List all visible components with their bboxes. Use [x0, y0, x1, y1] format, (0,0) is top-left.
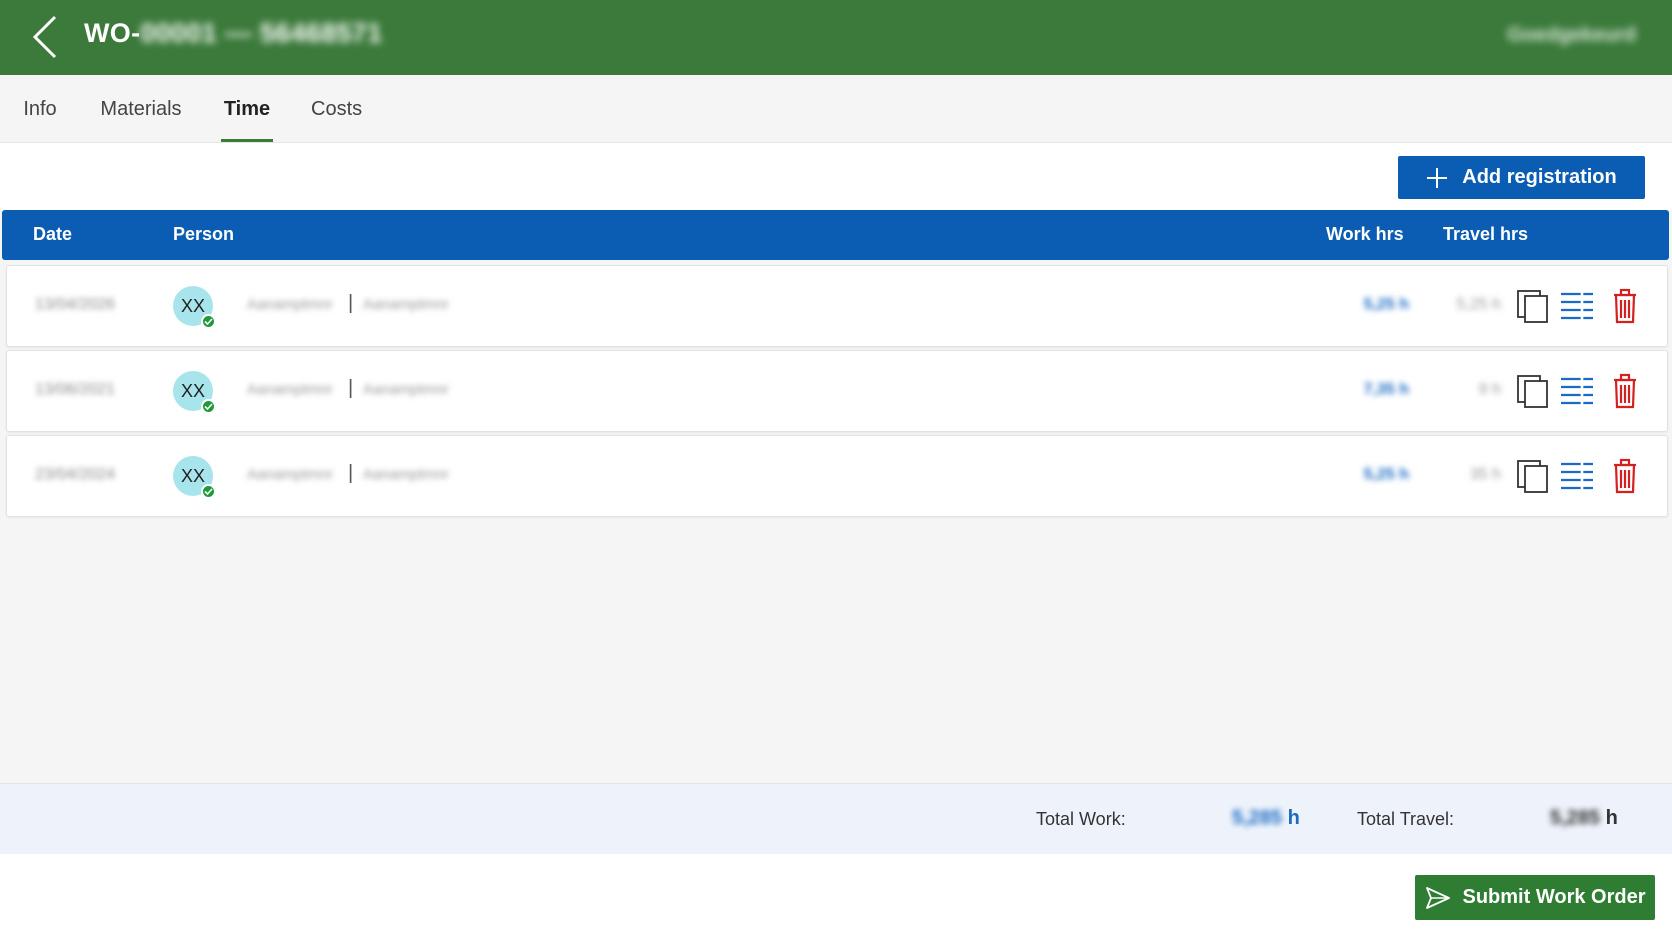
avatar: XX: [173, 456, 216, 499]
row-travel-hrs: 35 h: [1469, 466, 1501, 483]
total-work-number: 5,285: [1232, 807, 1283, 829]
table-row[interactable]: 23/04/2024 XX Aanamptmnr | Aanamptmnr 5,…: [6, 435, 1668, 517]
total-travel-value: 5,285 h: [1550, 807, 1618, 830]
plus-icon: [1427, 167, 1448, 188]
list-icon[interactable]: [1559, 288, 1595, 324]
toolbar: Add registration: [0, 143, 1672, 210]
avatar: XX: [173, 286, 216, 329]
column-header-date: Date: [33, 224, 73, 244]
trash-icon[interactable]: [1607, 288, 1643, 324]
add-registration-button[interactable]: Add registration: [1398, 156, 1645, 199]
copy-icon[interactable]: [1515, 373, 1551, 409]
total-travel-number: 5,285: [1550, 807, 1601, 829]
total-work-unit: h: [1287, 807, 1300, 829]
person-separator: |: [348, 292, 354, 314]
person-name: Aanamptmnr: [247, 466, 333, 483]
work-order-prefix: WO-: [84, 18, 141, 48]
work-order-status: Goedgekeurd: [1507, 24, 1636, 46]
check-badge-icon: [201, 399, 216, 414]
chevron-left-icon: [32, 15, 57, 59]
row-work-hrs: 7,35 h: [1363, 381, 1409, 398]
table-row[interactable]: 13/04/2026 XX Aanamptmnr | Aanamptmnr 5,…: [6, 265, 1668, 347]
bottom-bar: Submit Work Order: [0, 854, 1672, 941]
send-icon: [1425, 886, 1450, 909]
tab-bar: Info Materials Time Costs: [0, 75, 1672, 143]
total-travel-unit: h: [1605, 807, 1618, 829]
add-registration-label: Add registration: [1462, 166, 1617, 188]
avatar-initials: XX: [180, 296, 205, 316]
person-name: Aanamptmnr: [247, 381, 333, 398]
avatar-initials: XX: [180, 466, 205, 486]
total-travel-label: Total Travel:: [1357, 809, 1455, 829]
column-header-person: Person: [173, 224, 235, 244]
row-travel-hrs: 5,25 h: [1456, 296, 1501, 313]
list-icon[interactable]: [1559, 373, 1595, 409]
table-row[interactable]: 13/06/2021 XX Aanamptmnr | Aanamptmnr 7,…: [6, 350, 1668, 432]
person-separator: |: [348, 377, 354, 399]
avatar-initials: XX: [180, 381, 205, 401]
submit-work-order-label: Submit Work Order: [1462, 886, 1646, 908]
trash-icon[interactable]: [1607, 458, 1643, 494]
person-name: Aanamptmnr: [247, 296, 333, 313]
total-work-label: Total Work:: [1036, 809, 1126, 829]
total-work-value: 5,285 h: [1232, 807, 1300, 830]
table-header: Date Person Work hrs Travel hrs: [2, 210, 1669, 260]
list-icon[interactable]: [1559, 458, 1595, 494]
totals-bar: Total Work: 5,285 h Total Travel: 5,285 …: [0, 783, 1672, 855]
tab-time[interactable]: Time: [221, 75, 273, 142]
row-date: 13/06/2021: [35, 381, 116, 398]
submit-work-order-button[interactable]: Submit Work Order: [1415, 875, 1655, 920]
copy-icon[interactable]: [1515, 458, 1551, 494]
avatar: XX: [173, 371, 216, 414]
row-travel-hrs: 9 h: [1478, 381, 1501, 398]
column-header-travel-hrs: Travel hrs: [1443, 224, 1529, 244]
check-badge-icon: [201, 484, 216, 499]
tab-costs[interactable]: Costs: [311, 75, 362, 142]
check-badge-icon: [201, 314, 216, 329]
column-header-work-hrs: Work hrs: [1326, 224, 1404, 244]
work-order-id: 00001 — 56468571: [140, 18, 383, 48]
person-role: Aanamptmnr: [363, 466, 449, 483]
app-header: WO-00001 — 56468571 Goedgekeurd: [0, 0, 1672, 75]
row-work-hrs: 5,25 h: [1363, 466, 1409, 483]
tab-info[interactable]: Info: [22, 75, 58, 142]
person-separator: |: [348, 462, 354, 484]
person-role: Aanamptmnr: [363, 296, 449, 313]
trash-icon[interactable]: [1607, 373, 1643, 409]
row-work-hrs: 5,25 h: [1363, 296, 1409, 313]
person-role: Aanamptmnr: [363, 381, 449, 398]
tab-materials[interactable]: Materials: [99, 75, 183, 142]
work-order-title: WO-00001 — 56468571: [84, 18, 382, 49]
row-date: 23/04/2024: [35, 466, 116, 483]
back-button[interactable]: [28, 14, 62, 60]
row-date: 13/04/2026: [35, 296, 116, 313]
copy-icon[interactable]: [1515, 288, 1551, 324]
